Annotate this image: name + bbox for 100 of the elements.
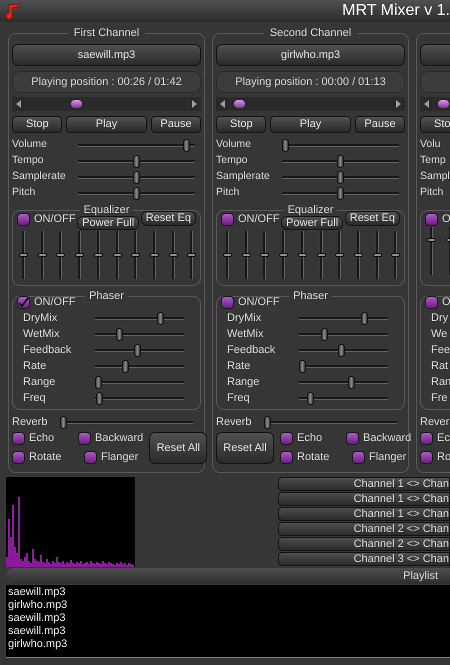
playlist-item[interactable]: saewill.mp3 bbox=[8, 586, 450, 599]
eq-slider-thumb[interactable] bbox=[131, 253, 140, 257]
right-arrow-icon[interactable] bbox=[192, 100, 197, 108]
eq-slider-track[interactable] bbox=[279, 231, 288, 279]
play-button[interactable]: Play bbox=[270, 116, 351, 133]
slider-thumb[interactable] bbox=[182, 138, 190, 152]
checkbox[interactable] bbox=[280, 432, 293, 445]
eq-slider-thumb[interactable] bbox=[38, 253, 47, 257]
checkbox[interactable] bbox=[280, 451, 293, 464]
slider-thumb[interactable] bbox=[96, 392, 103, 404]
eq-slider-thumb[interactable] bbox=[150, 253, 159, 257]
slider-thumb[interactable] bbox=[264, 416, 271, 428]
slider-thumb[interactable] bbox=[156, 312, 164, 324]
eq-slider-thumb[interactable] bbox=[260, 253, 270, 257]
slider-thumb[interactable] bbox=[122, 360, 130, 372]
eq-slider-thumb[interactable] bbox=[168, 253, 178, 257]
playlist-item[interactable]: girlwho.mp3 bbox=[8, 638, 450, 651]
eq-slider-thumb[interactable] bbox=[335, 253, 344, 257]
power-full-button[interactable]: Power Full bbox=[77, 216, 140, 230]
checkbox[interactable] bbox=[420, 451, 433, 464]
left-arrow-icon[interactable] bbox=[220, 100, 225, 108]
seek-bar[interactable] bbox=[12, 97, 201, 111]
slider-thumb[interactable] bbox=[95, 376, 102, 388]
eq-slider-thumb[interactable] bbox=[391, 253, 400, 257]
left-arrow-icon[interactable] bbox=[16, 100, 21, 108]
eq-slider-track[interactable] bbox=[75, 231, 84, 279]
swap-channel-button[interactable]: Channel 3 <> Chan bbox=[278, 552, 450, 566]
reset-all-button[interactable]: Reset All bbox=[216, 432, 274, 464]
play-button[interactable]: Play bbox=[66, 116, 147, 133]
file-button[interactable]: girlwho.mp3 bbox=[216, 44, 405, 66]
eq-slider-thumb[interactable] bbox=[75, 253, 84, 257]
checkbox[interactable] bbox=[346, 432, 359, 445]
slider-thumb[interactable] bbox=[348, 376, 356, 388]
swap-channel-button[interactable]: Channel 1 <> Chan bbox=[278, 477, 450, 491]
checkbox[interactable] bbox=[17, 296, 30, 309]
slider-thumb[interactable] bbox=[337, 154, 344, 168]
checkbox[interactable] bbox=[78, 432, 91, 445]
eq-slider-thumb[interactable] bbox=[298, 253, 307, 257]
seek-thumb[interactable] bbox=[438, 100, 449, 108]
slider-label: Fre bbox=[431, 390, 448, 406]
power-full-button[interactable]: Power Full bbox=[281, 216, 344, 230]
reset-all-button[interactable]: Reset All bbox=[149, 432, 208, 464]
checkbox[interactable] bbox=[420, 432, 433, 445]
eq-slider-thumb[interactable] bbox=[316, 253, 326, 257]
reset-eq-button[interactable]: Reset Eq bbox=[140, 211, 196, 226]
slider-thumb[interactable] bbox=[337, 186, 344, 200]
checkbox[interactable] bbox=[84, 451, 97, 464]
checkbox[interactable] bbox=[12, 432, 25, 445]
stop-button[interactable]: Stop bbox=[216, 116, 266, 133]
slider-thumb[interactable] bbox=[337, 170, 344, 184]
slider-thumb[interactable] bbox=[116, 328, 122, 340]
slider-thumb[interactable] bbox=[307, 392, 314, 404]
checkbox[interactable] bbox=[17, 213, 30, 226]
swap-channel-button[interactable]: Channel 1 <> Chan bbox=[278, 507, 450, 521]
slider-thumb[interactable] bbox=[299, 360, 306, 372]
seek-bar[interactable] bbox=[216, 97, 405, 111]
left-arrow-icon[interactable] bbox=[424, 100, 429, 108]
eq-slider-thumb[interactable] bbox=[223, 253, 232, 257]
slider-thumb[interactable] bbox=[133, 154, 140, 168]
checkbox[interactable] bbox=[425, 213, 438, 226]
eq-slider-thumb[interactable] bbox=[94, 253, 103, 257]
stop-button[interactable]: Sto bbox=[420, 116, 450, 133]
seek-thumb[interactable] bbox=[70, 100, 82, 108]
slider-thumb[interactable] bbox=[133, 186, 140, 200]
eq-slider-thumb[interactable] bbox=[112, 253, 122, 257]
eq-slider-thumb[interactable] bbox=[354, 253, 363, 257]
checkbox[interactable] bbox=[425, 296, 438, 309]
playlist-item[interactable]: saewill.mp3 bbox=[8, 625, 450, 638]
eq-slider-thumb[interactable] bbox=[242, 253, 251, 257]
eq-slider-thumb[interactable] bbox=[427, 238, 436, 242]
seek-thumb[interactable] bbox=[234, 100, 245, 108]
right-arrow-icon[interactable] bbox=[396, 100, 401, 108]
slider-thumb[interactable] bbox=[321, 328, 328, 340]
slider-thumb[interactable] bbox=[360, 312, 368, 324]
pause-button[interactable]: Pause bbox=[355, 116, 405, 133]
pause-button[interactable]: Pause bbox=[151, 116, 201, 133]
slider-thumb[interactable] bbox=[134, 344, 141, 356]
checkbox[interactable] bbox=[221, 296, 234, 309]
eq-slider-thumb[interactable] bbox=[56, 253, 66, 257]
swap-channel-button[interactable]: Channel 1 <> Chan bbox=[278, 492, 450, 506]
checkbox[interactable] bbox=[12, 451, 25, 464]
slider-thumb[interactable] bbox=[60, 416, 67, 428]
file-button[interactable]: saewill.mp3 bbox=[12, 44, 201, 66]
reset-eq-button[interactable]: Reset Eq bbox=[344, 211, 400, 226]
slider-thumb[interactable] bbox=[338, 344, 345, 356]
eq-slider-thumb[interactable] bbox=[187, 253, 196, 257]
eq-slider-thumb[interactable] bbox=[19, 253, 28, 257]
checkbox[interactable] bbox=[352, 451, 365, 464]
eq-slider-track[interactable] bbox=[335, 231, 344, 279]
swap-channel-button[interactable]: Channel 2 <> Chan bbox=[278, 537, 450, 551]
eq-slider-thumb[interactable] bbox=[372, 253, 382, 257]
playlist-item[interactable]: girlwho.mp3 bbox=[8, 599, 450, 612]
slider-thumb[interactable] bbox=[282, 138, 289, 152]
playlist-item[interactable]: saewill.mp3 bbox=[8, 612, 450, 625]
eq-slider-track[interactable] bbox=[131, 231, 140, 279]
slider-thumb[interactable] bbox=[133, 170, 140, 184]
stop-button[interactable]: Stop bbox=[12, 116, 62, 133]
checkbox[interactable] bbox=[221, 213, 234, 226]
eq-slider-thumb[interactable] bbox=[279, 253, 288, 257]
swap-channel-button[interactable]: Channel 2 <> Chan bbox=[278, 522, 450, 536]
